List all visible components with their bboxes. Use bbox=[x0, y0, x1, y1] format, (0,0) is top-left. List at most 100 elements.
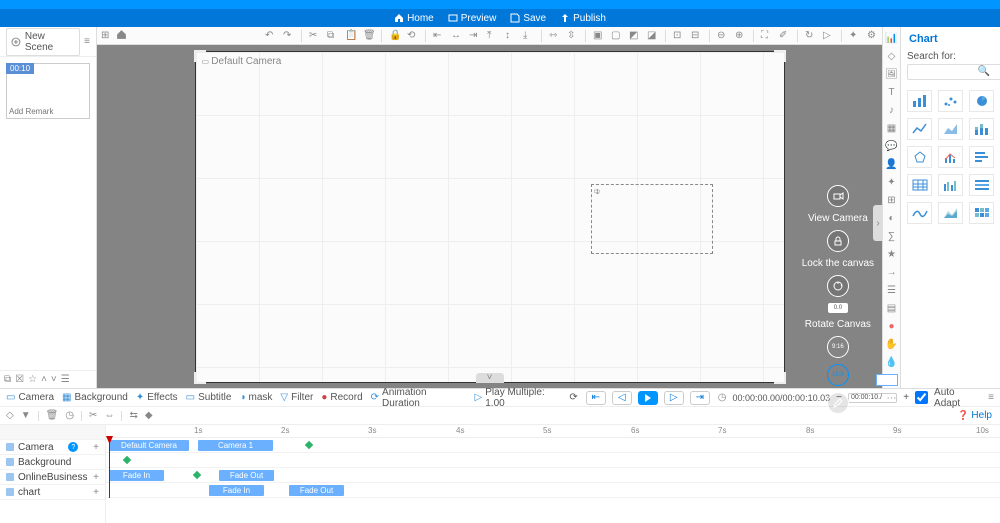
next-frame-button[interactable]: ⇥ bbox=[690, 391, 710, 405]
stacked-bar-icon[interactable] bbox=[969, 118, 994, 140]
key-tool-icon[interactable]: ◆ bbox=[145, 410, 153, 421]
arrow-category-icon[interactable]: → bbox=[886, 267, 898, 278]
combo-chart-icon[interactable] bbox=[938, 146, 963, 168]
aspect-9-16[interactable]: 9:16 bbox=[827, 336, 849, 358]
stacked-area-icon[interactable] bbox=[938, 202, 963, 224]
fit-icon[interactable]: ⛶ bbox=[761, 30, 772, 41]
clip-camera-1[interactable]: Camera 1 bbox=[198, 440, 273, 451]
refresh-icon[interactable]: ↻ bbox=[805, 30, 816, 41]
track-background[interactable]: Background bbox=[0, 455, 105, 470]
preview-button[interactable]: Preview bbox=[448, 13, 497, 24]
track-camera[interactable]: Camera?+ bbox=[0, 440, 105, 455]
home-icon[interactable] bbox=[116, 29, 127, 43]
group-icon[interactable]: ⊡ bbox=[673, 30, 684, 41]
keyframe[interactable] bbox=[193, 471, 201, 479]
clip-default-camera[interactable]: Default Camera bbox=[109, 440, 189, 451]
copy-icon[interactable]: ⧉ bbox=[4, 374, 11, 385]
backward-icon[interactable]: ◪ bbox=[647, 30, 658, 41]
trash-icon[interactable]: 🗑 bbox=[363, 30, 374, 41]
camera-tool[interactable]: ▭Camera bbox=[6, 392, 54, 403]
list-chart-icon[interactable] bbox=[969, 174, 994, 196]
shape-category-icon[interactable]: ◇ bbox=[886, 51, 898, 62]
area-chart-icon[interactable] bbox=[938, 118, 963, 140]
dist-h-icon[interactable]: ⇿ bbox=[549, 30, 560, 41]
pie-chart-icon[interactable] bbox=[969, 90, 994, 112]
subtitle-tool[interactable]: ▭Subtitle bbox=[186, 392, 232, 403]
track-chart[interactable]: chart+ bbox=[0, 485, 105, 500]
view-camera-button[interactable] bbox=[827, 185, 849, 207]
icon-category-icon[interactable]: ☰ bbox=[886, 285, 898, 296]
callout-category-icon[interactable]: 💬 bbox=[886, 141, 898, 152]
keyframe[interactable] bbox=[305, 441, 313, 449]
symbol-category-icon[interactable]: ★ bbox=[886, 249, 898, 260]
svg-category-icon[interactable]: ◐ bbox=[886, 213, 898, 224]
canvas[interactable]: ▭ Default Camera ▭ 1 ˅ bbox=[195, 51, 785, 383]
canvas-collapse-icon[interactable]: ˅ bbox=[476, 373, 504, 383]
star-icon[interactable]: ☆ bbox=[28, 374, 37, 385]
menu-icon[interactable]: ☰ bbox=[61, 374, 70, 385]
align-top-icon[interactable]: ⤒ bbox=[487, 30, 498, 41]
zoom-out-icon[interactable]: ⊖ bbox=[717, 30, 728, 41]
split-tool-icon[interactable]: ✂ bbox=[89, 410, 97, 421]
hand-category-icon[interactable]: ✋ bbox=[886, 339, 898, 350]
heatmap-icon[interactable] bbox=[969, 202, 994, 224]
align-right-icon[interactable]: ⇥ bbox=[469, 30, 480, 41]
undo-icon[interactable]: ↶ bbox=[265, 30, 276, 41]
add-scene-button[interactable]: New Scene bbox=[6, 28, 80, 56]
color-category-icon[interactable]: ● bbox=[886, 321, 898, 332]
curve-chart-icon[interactable] bbox=[907, 202, 932, 224]
cut-icon[interactable]: ✂ bbox=[309, 30, 320, 41]
bar-chart-icon[interactable] bbox=[907, 90, 932, 112]
canvas-minimap[interactable] bbox=[876, 374, 898, 386]
tl-settings-icon[interactable]: ≡ bbox=[988, 392, 994, 403]
clock-tool-icon[interactable]: ◷ bbox=[65, 410, 74, 421]
clip-fadein-1[interactable]: Fade In bbox=[109, 470, 164, 481]
anim-duration-tool[interactable]: ⟳Animation Duration bbox=[371, 387, 467, 409]
chart-category-icon[interactable]: 📊 bbox=[886, 33, 898, 44]
align-center-icon[interactable]: ↔ bbox=[451, 30, 462, 41]
rotate-canvas-button[interactable] bbox=[827, 275, 849, 297]
home-button[interactable]: Home bbox=[394, 13, 434, 24]
filter-tool[interactable]: ▽Filter bbox=[280, 392, 313, 403]
rotate-angle[interactable]: 0.0 bbox=[828, 303, 848, 313]
scene-menu-icon[interactable]: ≡ bbox=[84, 36, 90, 47]
zoom-in-icon[interactable]: ⊕ bbox=[735, 30, 746, 41]
bring-front-icon[interactable]: ▣ bbox=[593, 30, 604, 41]
lock-canvas-button[interactable] bbox=[827, 230, 849, 252]
scatter-chart-icon[interactable] bbox=[938, 90, 963, 112]
effect-category-icon[interactable]: ✦ bbox=[886, 177, 898, 188]
layout-category-icon[interactable]: ⊞ bbox=[886, 195, 898, 206]
mask-tool[interactable]: ◑mask bbox=[239, 392, 272, 403]
down-icon[interactable]: ˅ bbox=[51, 374, 57, 385]
align-middle-icon[interactable]: ↕ bbox=[505, 30, 516, 41]
bg-category-icon[interactable]: ▤ bbox=[886, 303, 898, 314]
widget-category-icon[interactable]: ▦ bbox=[886, 123, 898, 134]
delete-icon[interactable]: ☒ bbox=[15, 374, 24, 385]
publish-button[interactable]: Publish bbox=[560, 13, 606, 24]
align-left-icon[interactable]: ⇤ bbox=[433, 30, 444, 41]
table-chart-icon[interactable] bbox=[907, 174, 932, 196]
eyedropper-icon[interactable]: ✐ bbox=[779, 30, 790, 41]
ruler-icon[interactable]: ⊞ bbox=[101, 30, 109, 41]
save-button[interactable]: Save bbox=[510, 13, 546, 24]
image-category-icon[interactable]: 🖼 bbox=[886, 69, 898, 80]
auto-adapt-checkbox[interactable] bbox=[915, 391, 928, 404]
background-tool[interactable]: ▦Background bbox=[62, 392, 128, 403]
more-category-icon[interactable]: ⋯ bbox=[886, 393, 898, 404]
trash-tool-icon[interactable]: 🗑 bbox=[46, 410, 59, 421]
formula-category-icon[interactable]: ∑ bbox=[886, 231, 898, 242]
ungroup-icon[interactable]: ⊟ bbox=[691, 30, 702, 41]
play-multiple-tool[interactable]: ▷Play Multiple: 1.00⟳ bbox=[475, 387, 578, 409]
line-chart-icon[interactable] bbox=[907, 118, 932, 140]
diamond-tool-icon[interactable]: ◇ bbox=[6, 410, 14, 421]
magic-icon[interactable]: ✦ bbox=[849, 30, 860, 41]
link-tool-icon[interactable]: ⇆ bbox=[129, 410, 137, 421]
align-bottom-icon[interactable]: ⤓ bbox=[523, 30, 534, 41]
prev-frame-button[interactable]: ⇤ bbox=[586, 391, 606, 405]
copy-icon[interactable]: ⧉ bbox=[327, 30, 338, 41]
clip-fadeout-2[interactable]: Fade Out bbox=[289, 485, 344, 496]
help-link[interactable]: ❓ Help bbox=[958, 410, 992, 421]
record-tool[interactable]: ●Record bbox=[321, 392, 362, 403]
keyframe[interactable] bbox=[123, 456, 131, 464]
aspect-alt[interactable]: 16:9 bbox=[827, 364, 849, 386]
